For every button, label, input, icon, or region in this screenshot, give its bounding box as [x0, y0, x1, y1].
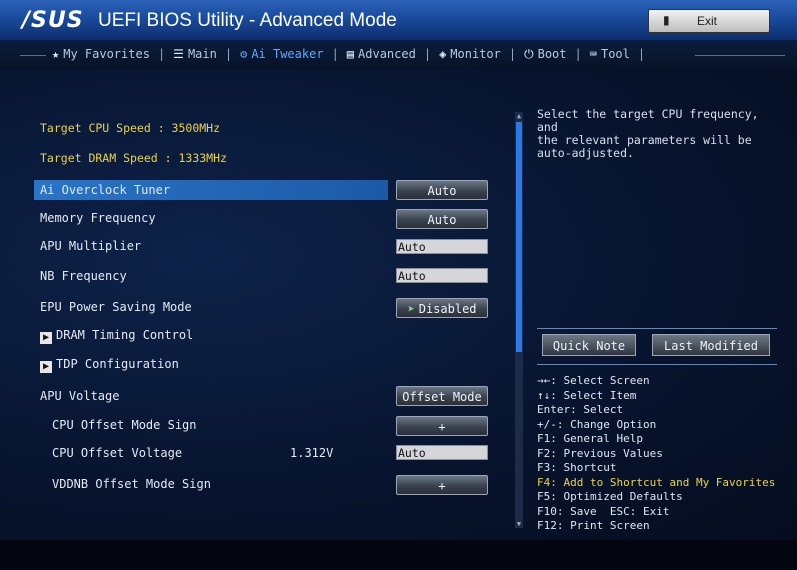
setting-label: NB Frequency — [40, 269, 127, 283]
key-hint: F12: Print Screen — [537, 519, 650, 532]
cpu-voltage-reading: 1.312V — [290, 446, 334, 460]
setting-label: APU Multiplier — [40, 239, 142, 253]
tab-label: Main — [187, 47, 217, 61]
row-cpu-offset-voltage[interactable]: CPU Offset Voltage — [34, 443, 388, 463]
nb-frequency-input[interactable]: Auto — [396, 268, 488, 283]
submenu-arrow-icon: ▶ — [40, 332, 52, 344]
scrollbar-thumb[interactable] — [516, 122, 522, 352]
row-vddnb-offset-mode-sign[interactable]: VDDNB Offset Mode Sign — [34, 474, 388, 494]
advanced-icon: ▤ — [346, 47, 355, 61]
tab-label: Ai Tweaker — [251, 47, 324, 61]
epu-power-saving-button[interactable]: ➤ Disabled — [396, 298, 488, 318]
cpu-offset-voltage-input[interactable]: Auto — [396, 445, 488, 460]
row-ai-overclock-tuner[interactable]: Ai Overclock Tuner — [34, 180, 388, 200]
setting-label: DRAM Timing Control — [56, 328, 194, 342]
exit-door-icon: ▮ — [663, 13, 670, 27]
monitor-icon: ◈ — [439, 47, 447, 61]
ai-tweaker-icon: ⚙ — [240, 47, 248, 61]
power-icon: ⏻ — [524, 47, 534, 61]
tab-ai-tweaker[interactable]: ⚙ Ai Tweaker — [238, 47, 325, 61]
tab-main[interactable]: ☰ Main — [171, 47, 219, 61]
key-hint: F10: Save ESC: Exit — [537, 504, 670, 518]
key-hint: ↑↓: Select Item — [537, 388, 637, 402]
tabs: ★ My Favorites | ☰ Main | ⚙ Ai Tweaker | ▤ Advance… — [50, 47, 651, 62]
cpu-offset-sign-button[interactable]: + — [396, 416, 488, 436]
row-memory-frequency[interactable]: Memory Frequency — [34, 208, 388, 228]
scrollbar[interactable]: ▲ ▼ — [515, 112, 523, 528]
tab-label: Boot — [537, 47, 567, 61]
setting-label: Ai Overclock Tuner — [40, 183, 171, 197]
target-cpu-speed: Target CPU Speed : 3500MHz — [40, 121, 221, 135]
setting-label: CPU Offset Mode Sign — [52, 418, 197, 432]
list-icon: ☰ — [173, 47, 184, 61]
tab-advanced[interactable]: ▤ Advanced — [345, 47, 418, 61]
app-title: UEFI BIOS Utility - Advanced Mode — [98, 10, 397, 31]
row-dram-timing-control[interactable]: ▶ DRAM Timing Control — [34, 325, 388, 345]
tab-label: Monitor — [450, 47, 501, 61]
tab-tool[interactable]: ⌨ Tool — [588, 47, 632, 61]
exit-button[interactable]: ▮ Exit — [648, 9, 770, 33]
key-hint: F5: Optimized Defaults — [537, 490, 683, 503]
tool-icon: ⌨ — [589, 47, 597, 61]
key-hint: F1: General Help — [537, 432, 643, 445]
vddnb-offset-sign-button[interactable]: + — [396, 475, 488, 495]
tab-bar-line-left — [20, 55, 46, 56]
tab-separator: | — [637, 47, 646, 61]
setting-label: Memory Frequency — [40, 211, 156, 225]
tab-separator: | — [574, 47, 582, 61]
row-nb-frequency[interactable]: NB Frequency — [34, 266, 388, 286]
tab-separator: | — [331, 47, 339, 61]
setting-label: CPU Offset Voltage — [52, 446, 183, 460]
target-dram-speed: Target DRAM Speed : 1333MHz — [40, 151, 227, 165]
tab-separator: | — [508, 47, 517, 61]
key-hint: Enter: Select — [537, 403, 624, 416]
title-bar: /SUS UEFI BIOS Utility - Advanced Mode ▮… — [0, 0, 797, 41]
scroll-up-icon[interactable]: ▲ — [515, 112, 523, 120]
tab-monitor[interactable]: ◈ Monitor — [437, 47, 503, 61]
apu-multiplier-input[interactable]: Auto — [396, 239, 488, 254]
setting-label: VDDNB Offset Mode Sign — [52, 477, 211, 491]
key-hint-highlight: F4: Add to Shortcut and My Favorites — [537, 475, 776, 489]
key-hint: →←: Select Screen — [537, 374, 650, 387]
key-hint: +/-: Change Option — [537, 417, 657, 431]
star-icon: ★ — [52, 47, 60, 61]
tab-label: Tool — [600, 47, 630, 61]
tab-bar-line-right — [695, 55, 785, 56]
exit-button-label: Exit — [697, 14, 718, 28]
footer-bar — [0, 540, 797, 570]
row-apu-multiplier[interactable]: APU Multiplier — [34, 236, 388, 256]
key-hint: F3: Shortcut — [537, 461, 617, 474]
tab-boot[interactable]: ⏻ Boot — [522, 47, 568, 62]
tab-separator: | — [157, 47, 166, 61]
tab-label: Advanced — [358, 47, 416, 61]
divider — [537, 328, 777, 329]
tab-my-favorites[interactable]: ★ My Favorites — [50, 47, 152, 61]
memory-frequency-button[interactable]: Auto — [396, 209, 488, 229]
row-cpu-offset-mode-sign[interactable]: CPU Offset Mode Sign — [34, 415, 388, 435]
asus-logo: /SUS — [22, 8, 84, 33]
key-hint: F2: Previous Values — [537, 446, 663, 460]
epu-value: Disabled — [418, 302, 477, 316]
key-legend: →←: Select Screen ↑↓: Select Item Enter: S… — [537, 374, 775, 534]
setting-label: EPU Power Saving Mode — [40, 300, 192, 314]
row-tdp-configuration[interactable]: ▶ TDP Configuration — [34, 354, 388, 374]
setting-label: APU Voltage — [40, 389, 120, 403]
tab-separator: | — [224, 47, 233, 61]
apu-voltage-button[interactable]: Offset Mode — [396, 386, 488, 406]
quick-note-button[interactable]: Quick Note — [542, 334, 636, 356]
cursor-arrow-icon: ➤ — [407, 302, 415, 316]
tab-separator: | — [423, 47, 432, 61]
row-epu-power-saving[interactable]: EPU Power Saving Mode — [34, 297, 388, 317]
divider — [537, 364, 777, 365]
tab-label: My Favorites — [63, 47, 150, 61]
help-text: Select the target CPU frequency, and the… — [537, 107, 759, 160]
ai-overclock-tuner-button[interactable]: Auto — [396, 180, 488, 200]
last-modified-button[interactable]: Last Modified — [652, 334, 770, 356]
submenu-arrow-icon: ▶ — [40, 361, 52, 373]
row-apu-voltage[interactable]: APU Voltage — [34, 386, 388, 406]
scroll-down-icon[interactable]: ▼ — [515, 520, 523, 528]
setting-label: TDP Configuration — [56, 357, 179, 371]
